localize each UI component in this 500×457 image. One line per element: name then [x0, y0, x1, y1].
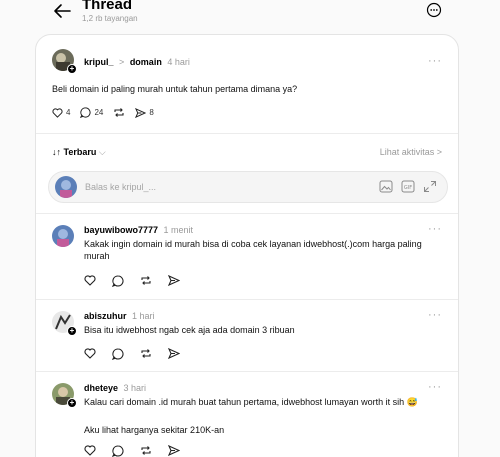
sort-icon: ↓↑ — [52, 147, 61, 157]
comment-author[interactable]: abiszuhur 1 hari — [84, 311, 155, 321]
top-bar: Thread 1,2 rb tayangan — [0, 0, 500, 28]
follow-plus-icon[interactable]: + — [67, 398, 77, 408]
avatar[interactable] — [52, 225, 74, 247]
divider — [36, 213, 458, 214]
comment-actions — [84, 275, 180, 287]
more-options-icon[interactable] — [426, 2, 442, 18]
svg-text:GIF: GIF — [404, 185, 412, 191]
reply-placeholder: Balas ke kripul_... — [85, 182, 157, 192]
comment-button[interactable]: 24 — [80, 107, 103, 118]
reply-input[interactable]: Balas ke kripul_... GIF — [48, 171, 448, 203]
comment-more-icon[interactable]: ··· — [428, 381, 442, 393]
comment-actions — [84, 445, 180, 457]
chevron-down-icon: ⌵ — [98, 147, 106, 157]
repost-button[interactable] — [113, 107, 125, 118]
like-button[interactable]: 4 — [52, 107, 71, 118]
comment-icon[interactable] — [112, 348, 124, 360]
image-icon[interactable] — [379, 180, 393, 193]
comment-text: Kalau cari domain .id murah buat tahun p… — [84, 397, 418, 407]
view-count: 1,2 rb tayangan — [82, 14, 138, 23]
sort-dropdown[interactable]: ↓↑ Terbaru ⌵ — [52, 147, 106, 158]
like-count: 4 — [66, 108, 71, 117]
comment-more-icon[interactable]: ··· — [428, 223, 442, 235]
comment-actions — [84, 348, 180, 360]
comment-more-icon[interactable]: ··· — [428, 309, 442, 321]
repost-icon — [114, 108, 124, 117]
comment-author[interactable]: dheteye 3 hari — [84, 383, 146, 393]
follow-plus-icon[interactable]: + — [67, 326, 77, 336]
avatar — [55, 176, 77, 198]
heart-icon[interactable] — [84, 348, 96, 359]
share-icon[interactable] — [168, 348, 180, 359]
share-icon — [135, 107, 147, 118]
comment-text: Aku lihat harganya sekitar 210K-an — [84, 425, 225, 435]
reply-tools: GIF — [379, 180, 437, 193]
view-activity-link[interactable]: Lihat aktivitas > — [380, 147, 442, 157]
share-count: 8 — [149, 108, 154, 117]
divider — [36, 133, 458, 134]
expand-icon[interactable] — [423, 180, 437, 193]
repost-icon[interactable] — [140, 445, 152, 456]
comment-count: 24 — [94, 108, 104, 117]
post-stats: 4 24 8 — [52, 107, 154, 118]
comment-text: Bisa itu idwebhost ngab cek aja ada doma… — [84, 325, 295, 335]
gif-icon[interactable]: GIF — [401, 180, 415, 193]
comment-icon[interactable] — [112, 275, 124, 287]
comment-text: Kakak ingin domain id murah bisa di coba… — [84, 239, 422, 261]
heart-icon — [52, 107, 63, 118]
post-more-icon[interactable]: ··· — [428, 55, 442, 67]
heart-icon[interactable] — [84, 445, 96, 456]
sort-label: Terbaru — [63, 147, 97, 157]
repost-icon[interactable] — [140, 275, 152, 286]
share-button[interactable]: 8 — [135, 107, 154, 118]
repost-icon[interactable] — [140, 348, 152, 359]
heart-icon[interactable] — [84, 275, 96, 286]
share-icon[interactable] — [168, 275, 180, 286]
share-icon[interactable] — [168, 445, 180, 456]
post-author[interactable]: kripul_ > domain 4 hari — [84, 57, 190, 67]
post-text: Beli domain id paling murah untuk tahun … — [52, 84, 298, 94]
back-arrow-icon[interactable] — [52, 2, 72, 20]
comment-author[interactable]: bayuwibowo7777 1 menit — [84, 225, 193, 235]
comment-icon — [80, 107, 92, 118]
page-title: Thread — [82, 0, 133, 13]
comment-icon[interactable] — [112, 445, 124, 457]
follow-plus-icon[interactable]: + — [67, 64, 77, 74]
divider — [36, 371, 458, 372]
thread-card: + kripul_ > domain 4 hari ··· Beli domai… — [35, 34, 459, 457]
divider — [36, 299, 458, 300]
